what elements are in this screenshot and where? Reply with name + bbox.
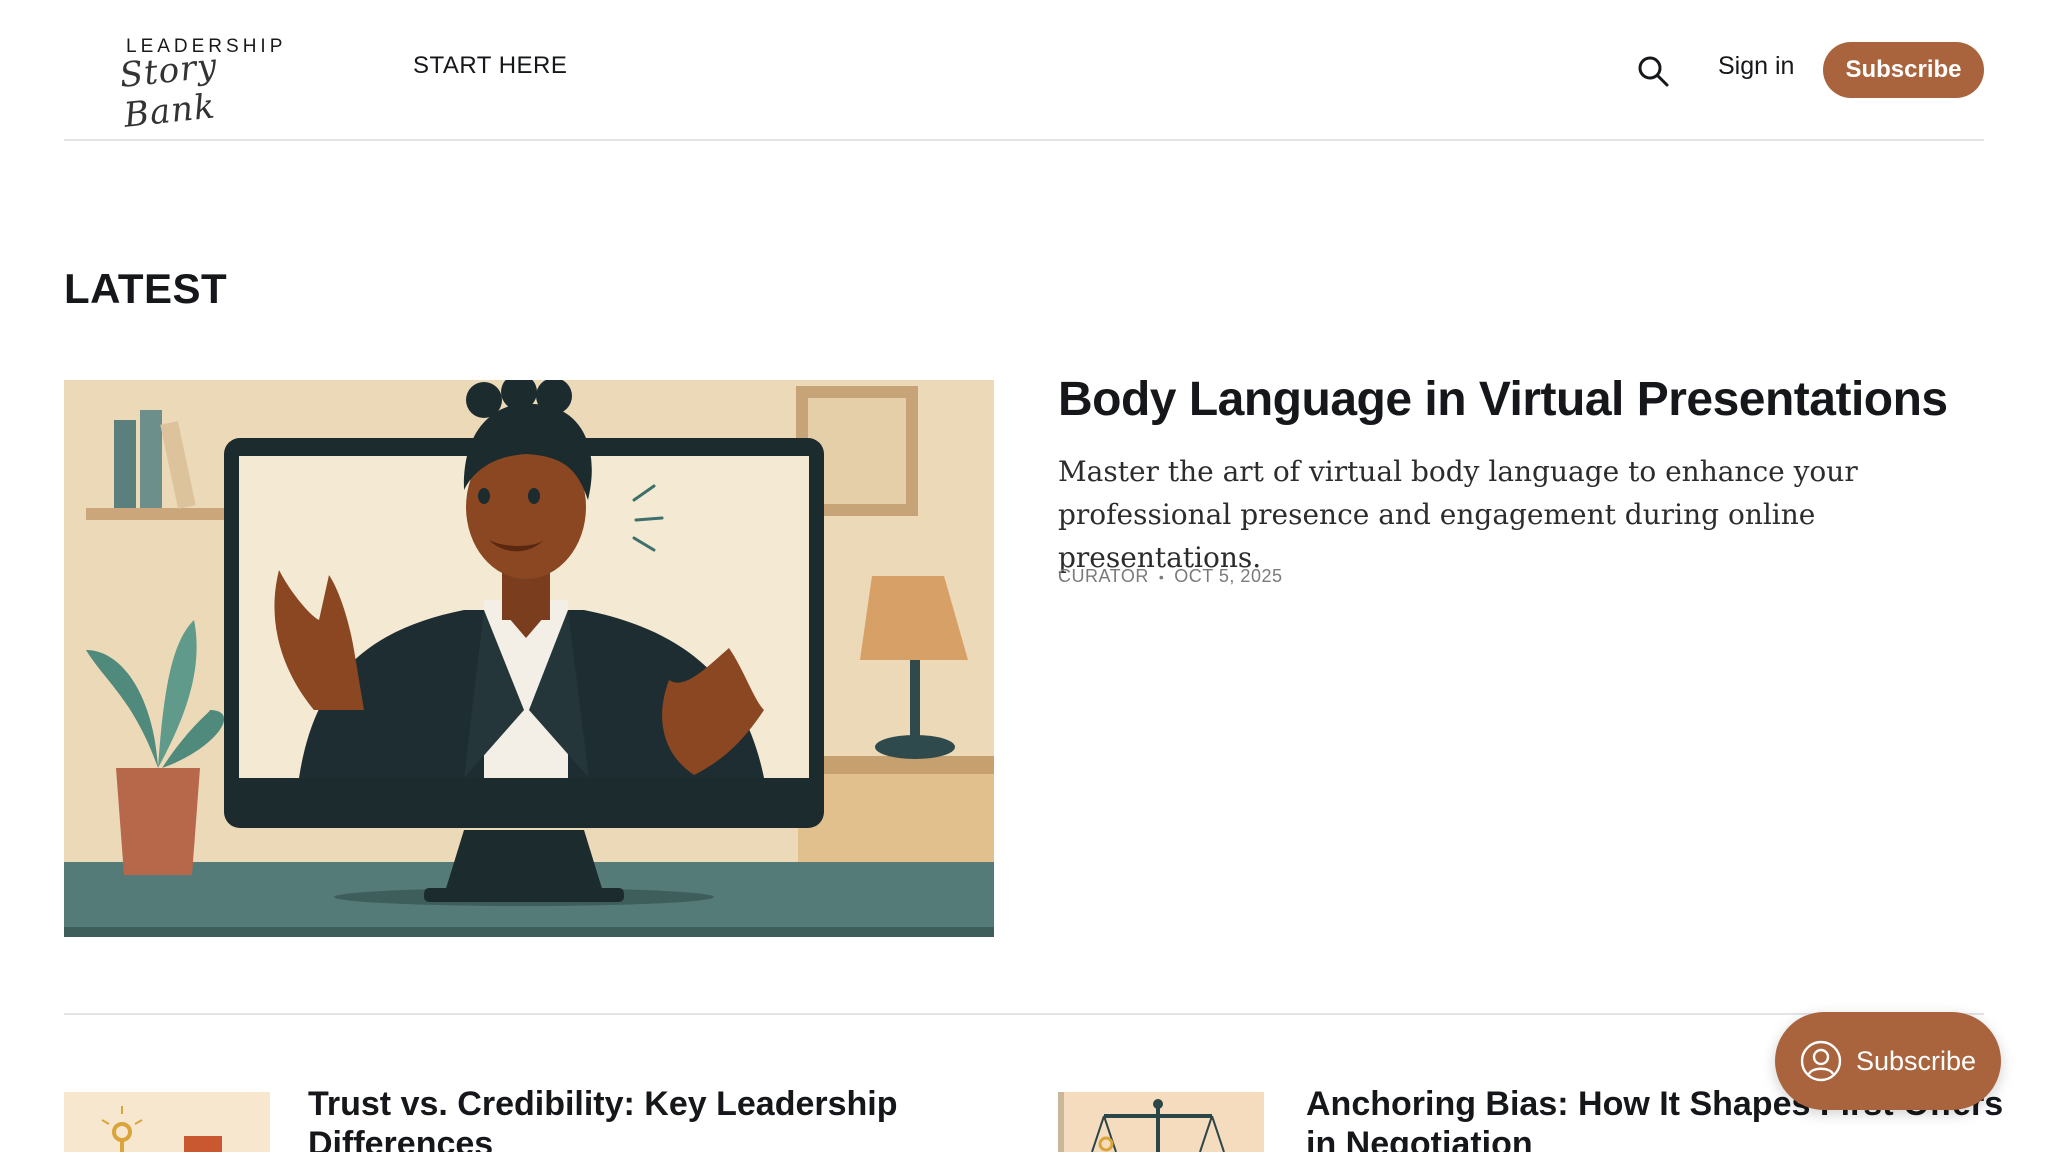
site-logo[interactable]: LEADERSHIP Story Bank bbox=[118, 30, 283, 136]
featured-post-excerpt: Master the art of virtual body language … bbox=[1058, 455, 1858, 574]
section-heading: LATEST bbox=[64, 265, 228, 312]
search-icon bbox=[1638, 56, 1669, 87]
search-button[interactable] bbox=[1636, 54, 1670, 88]
meta-separator: • bbox=[1158, 568, 1165, 585]
floating-subscribe-label: Subscribe bbox=[1855, 1045, 1977, 1076]
trust-key-illustration bbox=[64, 1092, 270, 1152]
post-card-thumbnail[interactable] bbox=[1058, 1092, 1264, 1152]
featured-post-meta: CURATOR • OCT 5, 2025 bbox=[1058, 566, 1282, 587]
site-header: LEADERSHIP Story Bank START HERE Sign in… bbox=[64, 0, 1984, 141]
scales-illustration bbox=[1058, 1092, 1264, 1152]
subscribe-button[interactable]: Subscribe bbox=[1823, 42, 1984, 98]
page: { "header": { "logo_top": "LEADERSHIP", … bbox=[0, 0, 2048, 1152]
post-card-title[interactable]: Trust vs. Credibility: Key Leadership Di… bbox=[308, 1084, 928, 1152]
post-author[interactable]: CURATOR bbox=[1058, 566, 1149, 587]
user-circle-icon bbox=[1800, 1040, 1842, 1082]
floating-subscribe-button[interactable]: Subscribe bbox=[1775, 1012, 2001, 1110]
featured-post-title[interactable]: Body Language in Virtual Presentations bbox=[1058, 372, 1958, 427]
nav-start-here[interactable]: START HERE bbox=[413, 52, 567, 80]
logo-script: Story Bank bbox=[117, 45, 220, 136]
virtual-presentation-illustration bbox=[64, 380, 994, 937]
section-divider bbox=[64, 1013, 1984, 1015]
post-card-thumbnail[interactable] bbox=[64, 1092, 270, 1152]
post-date: OCT 5, 2025 bbox=[1174, 566, 1283, 586]
sign-in-link[interactable]: Sign in bbox=[1718, 52, 1794, 81]
featured-post-image[interactable] bbox=[64, 380, 994, 937]
